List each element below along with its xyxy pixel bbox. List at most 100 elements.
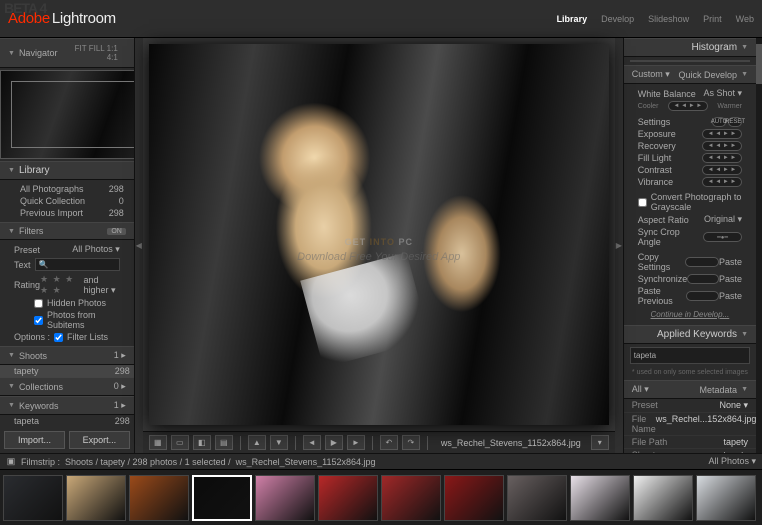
- metadata-preset[interactable]: None ▾: [719, 400, 748, 411]
- filter-lists-checkbox[interactable]: [54, 333, 63, 342]
- filmstrip-thumb[interactable]: [507, 475, 567, 521]
- quickdevelop-header[interactable]: Custom ▾Quick Develop: [624, 65, 756, 84]
- recovery-stepper[interactable]: ◄ ◄ ► ►: [702, 141, 742, 151]
- rating-label: Rating: [14, 280, 40, 290]
- paste-link-3[interactable]: Paste: [719, 291, 742, 301]
- filmstrip-thumb[interactable]: [570, 475, 630, 521]
- hidden-photos-checkbox[interactable]: [34, 299, 43, 308]
- rating-mode[interactable]: and higher ▾: [84, 275, 120, 296]
- options-label: Options :: [14, 332, 50, 342]
- right-panel-collapse[interactable]: ▶: [615, 38, 623, 453]
- sync-crop-slider[interactable]: ━●━: [703, 232, 742, 242]
- subitems-checkbox[interactable]: [34, 316, 43, 325]
- grayscale-checkbox[interactable]: [638, 198, 647, 207]
- toolbar-menu-icon[interactable]: ▾: [591, 435, 609, 450]
- filmstrip[interactable]: [0, 469, 762, 525]
- paste-prev-link[interactable]: Paste Previous: [638, 286, 687, 306]
- navigator-title: Navigator: [19, 48, 58, 58]
- collections-header[interactable]: Collections0 ▸: [0, 377, 134, 396]
- auto-button[interactable]: AUTO: [712, 117, 726, 127]
- toolbar: ▦ ▭ ◧ ▤ ▲ ▼ ◄ ▶ ► ↶ ↷ ws_Rechel_Stevens_…: [143, 431, 615, 453]
- module-develop[interactable]: Develop: [601, 14, 634, 24]
- left-panel-collapse[interactable]: ◀: [135, 38, 143, 453]
- preview-canvas[interactable]: GET INTO PC Download Free Your Desired A…: [143, 38, 615, 431]
- shoots-header[interactable]: Shoots1 ▸: [0, 346, 134, 365]
- wb-dropdown[interactable]: As Shot ▾: [703, 88, 742, 99]
- wb-slider[interactable]: ◄ ◄ ► ►: [668, 101, 708, 111]
- play-icon[interactable]: ▶: [325, 435, 343, 450]
- filmstrip-thumb[interactable]: [633, 475, 693, 521]
- rotate-left-icon[interactable]: ↶: [380, 435, 398, 450]
- navigator-zoom-opts[interactable]: FIT FILL 1:1 4:1: [57, 42, 125, 64]
- sync-link[interactable]: Synchronize: [638, 274, 688, 284]
- filters-on-badge[interactable]: ON: [107, 228, 126, 235]
- keywords-input[interactable]: [630, 347, 750, 364]
- metadata-all-dropdown[interactable]: All ▾: [632, 384, 649, 395]
- fill-stepper[interactable]: ◄ ◄ ► ►: [702, 153, 742, 163]
- filmstrip-thumb[interactable]: [3, 475, 63, 521]
- preset-label: Preset: [14, 245, 40, 255]
- module-web[interactable]: Web: [736, 14, 754, 24]
- library-all-photos[interactable]: All Photographs298: [6, 183, 128, 195]
- filmstrip-thumb[interactable]: [66, 475, 126, 521]
- filters-body: PresetAll Photos ▾ Text Rating★ ★ ★ ★ ★a…: [0, 240, 134, 346]
- subitems-label: Photos from Subitems: [47, 310, 120, 330]
- module-picker: Library Develop Slideshow Print Web: [557, 14, 754, 24]
- keywords-header[interactable]: Keywords1 ▸: [0, 396, 134, 415]
- paste-link[interactable]: Paste: [719, 257, 742, 267]
- vibrance-stepper[interactable]: ◄ ◄ ► ►: [702, 177, 742, 187]
- navigator-header[interactable]: Navigator FIT FILL 1:1 4:1: [0, 38, 134, 68]
- navigator-thumbnail[interactable]: [0, 70, 135, 159]
- filmstrip-thumb[interactable]: [192, 475, 252, 521]
- histogram-header[interactable]: Histogram: [624, 38, 756, 57]
- rotate-right-icon[interactable]: ↷: [402, 435, 420, 450]
- secondary-display-icon[interactable]: ▣: [6, 456, 16, 467]
- library-quick-collection[interactable]: Quick Collection0: [6, 195, 128, 207]
- filmstrip-thumb[interactable]: [318, 475, 378, 521]
- metadata-header[interactable]: All ▾Metadata: [624, 380, 756, 399]
- filmstrip-thumb[interactable]: [444, 475, 504, 521]
- grid-view-icon[interactable]: ▦: [149, 435, 167, 450]
- copy-settings-link[interactable]: Copy Settings: [638, 252, 685, 272]
- continue-develop-link[interactable]: Continue in Develop...: [630, 307, 750, 322]
- preset-dropdown[interactable]: All Photos ▾: [72, 244, 120, 255]
- export-button[interactable]: Export...: [69, 431, 130, 449]
- import-button[interactable]: Import...: [4, 431, 65, 449]
- library-header[interactable]: Library: [0, 161, 134, 180]
- prev-photo-icon[interactable]: ◄: [303, 435, 321, 450]
- sort-desc-icon[interactable]: ▼: [270, 435, 288, 450]
- filmstrip-label: Filmstrip :: [21, 457, 60, 467]
- filmstrip-filter[interactable]: All Photos ▾: [708, 456, 756, 467]
- applied-keywords-header[interactable]: Applied Keywords: [624, 325, 756, 344]
- next-photo-icon[interactable]: ►: [347, 435, 365, 450]
- filter-lists-label: Filter Lists: [67, 332, 108, 342]
- contrast-stepper[interactable]: ◄ ◄ ► ►: [702, 165, 742, 175]
- keyword-item-tapeta[interactable]: tapeta298: [0, 415, 134, 427]
- quickdevelop-body: White BalanceAs Shot ▾ Cooler◄ ◄ ► ►Warm…: [624, 84, 756, 325]
- beta-label: BETA 4: [4, 0, 46, 16]
- module-library[interactable]: Library: [557, 14, 588, 24]
- reset-button[interactable]: RESET: [728, 117, 742, 127]
- filmstrip-thumb[interactable]: [255, 475, 315, 521]
- filmstrip-thumb[interactable]: [381, 475, 441, 521]
- module-slideshow[interactable]: Slideshow: [648, 14, 689, 24]
- exposure-stepper[interactable]: ◄ ◄ ► ►: [702, 129, 742, 139]
- rating-stars[interactable]: ★ ★ ★ ★ ★: [40, 274, 83, 296]
- loupe-view-icon[interactable]: ▭: [171, 435, 189, 450]
- filmstrip-thumb[interactable]: [129, 475, 189, 521]
- compare-view-icon[interactable]: ◧: [193, 435, 211, 450]
- filmstrip-path[interactable]: Shoots / tapety / 298 photos / 1 selecte…: [65, 457, 231, 467]
- library-previous-import[interactable]: Previous Import298: [6, 207, 128, 219]
- paste-link-2[interactable]: Paste: [719, 274, 742, 284]
- filmstrip-thumb[interactable]: [696, 475, 756, 521]
- right-scrollbar[interactable]: [756, 38, 762, 453]
- shoot-item-tapety[interactable]: tapety298: [0, 365, 134, 377]
- hidden-photos-label: Hidden Photos: [47, 298, 106, 308]
- survey-view-icon[interactable]: ▤: [215, 435, 233, 450]
- left-panel: Navigator FIT FILL 1:1 4:1 Library All P…: [0, 38, 135, 453]
- search-input[interactable]: [35, 258, 120, 271]
- sort-asc-icon[interactable]: ▲: [248, 435, 266, 450]
- filters-header[interactable]: FiltersON: [0, 222, 134, 240]
- module-print[interactable]: Print: [703, 14, 722, 24]
- aspect-dropdown[interactable]: Original ▾: [704, 214, 742, 225]
